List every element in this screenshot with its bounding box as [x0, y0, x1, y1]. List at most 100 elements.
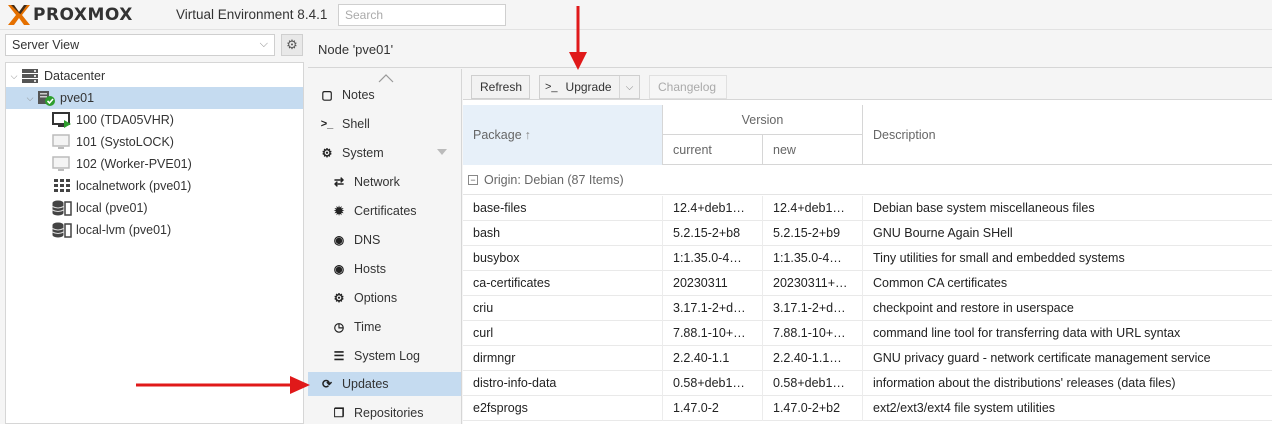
dns-globe-icon: ◉ — [333, 233, 345, 247]
certificate-icon: ✹ — [333, 204, 345, 218]
proxmox-x-icon — [8, 5, 30, 25]
vm-running-icon — [52, 112, 72, 128]
menu-item-system[interactable]: ⚙ System — [308, 141, 461, 165]
collapse-caret-icon[interactable]: ⌵ — [24, 93, 36, 104]
tree-item-vm-102[interactable]: 102 (Worker-PVE01) — [6, 153, 303, 175]
options-gear-icon: ⚙ — [333, 291, 345, 305]
collapse-box-icon[interactable]: − — [468, 175, 478, 185]
page-title: Node 'pve01' — [308, 30, 1272, 68]
vm-stopped-icon — [52, 134, 72, 150]
shell-icon: >_ — [320, 118, 334, 130]
menu-item-label: Repositories — [354, 406, 424, 420]
datacenter-icon — [20, 68, 40, 84]
menu-item-updates[interactable]: ⟳ Updates — [308, 372, 461, 396]
menu-item-label: DNS — [354, 233, 381, 247]
tree-item-label: 102 (Worker-PVE01) — [76, 157, 192, 171]
resource-tree: ⌵ Datacenter ⌵ pve01 100 (TDA05VHR) 101 … — [5, 62, 304, 424]
menu-item-network[interactable]: ⇄ Network — [308, 170, 461, 194]
collapse-caret-icon[interactable] — [437, 149, 447, 155]
log-list-icon: ☰ — [333, 349, 345, 363]
menu-item-hosts[interactable]: ◉ Hosts — [308, 257, 461, 281]
table-row[interactable]: distro-info-data 0.58+deb1… 0.58+deb1… info… — [463, 371, 1272, 396]
chevron-down-icon[interactable]: ⌵ — [619, 76, 639, 98]
tree-settings-gear-icon[interactable]: ⚙ — [281, 34, 303, 56]
top-header: PROXMOX Virtual Environment 8.4.1 — [0, 0, 1272, 30]
menu-item-shell[interactable]: >_ Shell — [308, 112, 461, 136]
repositories-icon: ❐ — [333, 406, 345, 420]
menu-item-time[interactable]: ◷ Time — [308, 315, 461, 339]
menu-item-repositories[interactable]: ❐ Repositories — [308, 401, 461, 424]
column-header-new[interactable]: new — [763, 135, 863, 165]
proxmox-logo[interactable]: PROXMOX — [8, 5, 133, 25]
tree-item-storage-local[interactable]: local (pve01) — [6, 197, 303, 219]
refresh-icon: ⟳ — [321, 377, 333, 391]
collapse-caret-icon[interactable]: ⌵ — [8, 71, 20, 82]
changelog-button[interactable]: Changelog — [649, 75, 727, 99]
table-row[interactable]: e2fsprogs 1.47.0-2 1.47.0-2+b2 ext2/ext3/ex… — [463, 396, 1272, 421]
search-input[interactable] — [338, 4, 506, 26]
network-icon: ⇄ — [333, 175, 345, 189]
updates-content: Refresh >_ Upgrade ⌵ Changelog Package ↑… — [463, 69, 1272, 424]
table-row[interactable]: curl 7.88.1-10+… 7.88.1-10+… command line t… — [463, 321, 1272, 346]
tree-item-label: local (pve01) — [76, 201, 148, 215]
table-row[interactable]: busybox 1:1.35.0-4… 1:1.35.0-4… Tiny utilit… — [463, 246, 1272, 271]
tree-item-vm-101[interactable]: 101 (SystoLOCK) — [6, 131, 303, 153]
group-header-debian[interactable]: − Origin: Debian (87 Items) — [463, 166, 1272, 195]
product-version: Virtual Environment 8.4.1 — [176, 7, 328, 22]
menu-item-dns[interactable]: ◉ DNS — [308, 228, 461, 252]
view-selector[interactable]: Server View ⌵ — [5, 34, 275, 56]
tree-item-label: Datacenter — [44, 69, 106, 83]
resource-tree-panel: Server View ⌵ ⚙ ⌵ Datacenter ⌵ pve01 100… — [0, 30, 306, 424]
hosts-globe-icon: ◉ — [333, 262, 345, 276]
sort-ascending-icon: ↑ — [524, 128, 531, 142]
tree-item-datacenter[interactable]: ⌵ Datacenter — [6, 65, 303, 87]
menu-item-system-log[interactable]: ☰ System Log — [308, 344, 461, 368]
tree-item-label: pve01 — [60, 91, 95, 105]
refresh-button[interactable]: Refresh — [471, 75, 530, 99]
menu-item-notes[interactable]: ▢ Notes — [308, 83, 461, 107]
tree-item-localnetwork[interactable]: localnetwork (pve01) — [6, 175, 303, 197]
tree-item-storage-local-lvm[interactable]: local-lvm (pve01) — [6, 219, 303, 241]
chevron-down-icon: ⌵ — [259, 38, 268, 50]
tree-item-label: 101 (SystoLOCK) — [76, 135, 174, 149]
table-row[interactable]: criu 3.17.1-2+d… 3.17.1-2+d… checkpoint and… — [463, 296, 1272, 321]
node-menu: ▢ Notes >_ Shell ⚙ System ⇄ Network ✹ Certifi… — [308, 69, 462, 424]
table-row[interactable]: base-files 12.4+deb1… 12.4+deb1… Debian bas… — [463, 196, 1272, 221]
vm-stopped-icon — [52, 156, 72, 172]
table-row[interactable]: bash 5.2.15-2+b8 5.2.15-2+b9 GNU Bourne Aga… — [463, 221, 1272, 246]
menu-item-label: Shell — [342, 117, 370, 131]
menu-item-label: System — [342, 146, 384, 160]
view-selector-value: Server View — [12, 38, 80, 52]
updates-toolbar: Refresh >_ Upgrade ⌵ Changelog — [463, 69, 1272, 100]
menu-item-certificates[interactable]: ✹ Certificates — [308, 199, 461, 223]
tree-item-vm-100[interactable]: 100 (TDA05VHR) — [6, 109, 303, 131]
logo-wordmark: PROXMOX — [33, 5, 133, 25]
column-header-description[interactable]: Description — [863, 105, 1272, 165]
grid-header: Package ↑ Version current new Descriptio… — [463, 105, 1272, 165]
tree-item-label: localnetwork (pve01) — [76, 179, 192, 193]
table-row[interactable]: dirmngr 2.2.40-1.1 2.2.40-1.1… GNU privacy … — [463, 346, 1272, 371]
menu-item-label: Hosts — [354, 262, 386, 276]
menu-item-label: System Log — [354, 349, 421, 363]
tree-item-label: local-lvm (pve01) — [76, 223, 172, 237]
sdn-grid-icon — [52, 178, 72, 194]
menu-item-label: Notes — [342, 88, 375, 102]
column-header-current[interactable]: current — [663, 135, 763, 165]
upgrade-label: Upgrade — [565, 80, 612, 94]
node-online-icon — [36, 90, 56, 106]
annotation-arrow-down-icon — [569, 6, 587, 70]
system-cogs-icon: ⚙ — [321, 146, 333, 160]
column-header-package[interactable]: Package ↑ — [463, 105, 663, 165]
menu-item-label: Network — [354, 175, 400, 189]
upgrade-button[interactable]: >_ Upgrade ⌵ — [539, 75, 640, 99]
tree-item-node-pve01[interactable]: ⌵ pve01 — [6, 87, 303, 109]
tree-item-label: 100 (TDA05VHR) — [76, 113, 174, 127]
shell-icon: >_ — [545, 81, 558, 93]
main-panel: Node 'pve01' ▢ Notes >_ Shell ⚙ System ⇄ Net… — [308, 30, 1272, 424]
scroll-up-chevron-icon[interactable] — [378, 73, 394, 83]
clock-icon: ◷ — [333, 320, 345, 334]
menu-item-label: Certificates — [354, 204, 417, 218]
notes-icon: ▢ — [321, 88, 333, 102]
table-row[interactable]: ca-certificates 20230311 20230311+… Common … — [463, 271, 1272, 296]
menu-item-options[interactable]: ⚙ Options — [308, 286, 461, 310]
